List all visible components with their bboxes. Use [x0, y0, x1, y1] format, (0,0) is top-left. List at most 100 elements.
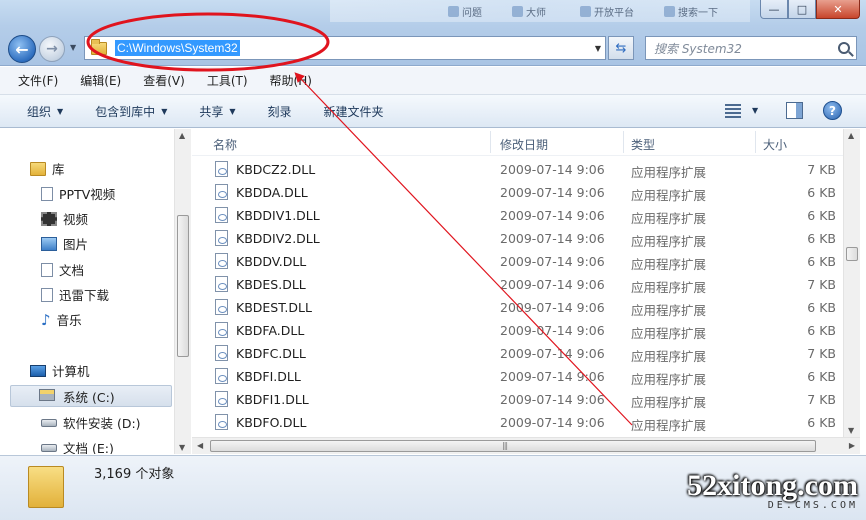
table-row[interactable]: KBDEST.DLL 2009-07-14 9:06 应用程序扩展 6 KB: [192, 296, 843, 319]
scrollbar-thumb[interactable]: [210, 440, 816, 452]
table-row[interactable]: KBDDA.DLL 2009-07-14 9:06 应用程序扩展 6 KB: [192, 181, 843, 204]
scroll-left-arrow-icon[interactable]: ◀: [197, 441, 203, 450]
navigation-scrollbar[interactable]: ▲ ▼: [174, 129, 191, 454]
nav-drive-e[interactable]: 文档 (E:): [41, 438, 114, 454]
file-name: KBDDV.DLL: [236, 254, 307, 269]
file-type: 应用程序扩展: [631, 257, 707, 272]
column-divider[interactable]: [490, 131, 491, 153]
scroll-down-arrow-icon[interactable]: ▼: [179, 443, 185, 452]
file-list-horizontal-scrollbar[interactable]: ◀ ||| ▶: [192, 437, 860, 454]
nav-item-videos[interactable]: 视频: [41, 209, 88, 228]
nav-libraries[interactable]: 库: [30, 159, 65, 178]
file-name: KBDDIV1.DLL: [236, 208, 320, 223]
table-row[interactable]: KBDDV.DLL 2009-07-14 9:06 应用程序扩展 6 KB: [192, 250, 843, 273]
include-in-library-button[interactable]: 包含到库中 ▼: [95, 103, 167, 120]
table-row[interactable]: KBDDIV1.DLL 2009-07-14 9:06 应用程序扩展 6 KB: [192, 204, 843, 227]
tab-icon: [512, 5, 523, 17]
folder-icon: [28, 466, 64, 508]
table-row[interactable]: KBDDIV2.DLL 2009-07-14 9:06 应用程序扩展 6 KB: [192, 227, 843, 250]
file-size: 6 KB: [807, 185, 836, 200]
nav-item-pptv[interactable]: PPTV视频: [41, 184, 115, 203]
arrow-right-icon: →: [46, 41, 58, 57]
file-date: 2009-07-14 9:06: [500, 323, 605, 338]
maximize-button[interactable]: □: [788, 0, 816, 19]
table-row[interactable]: KBDFI.DLL 2009-07-14 9:06 应用程序扩展 6 KB: [192, 365, 843, 388]
address-path-text[interactable]: C:\Windows\System32: [115, 40, 240, 56]
file-type: 应用程序扩展: [631, 418, 707, 433]
address-bar[interactable]: C:\Windows\System32 ▼: [84, 36, 606, 60]
scrollbar-thumb[interactable]: [177, 215, 189, 357]
file-size: 6 KB: [807, 369, 836, 384]
drive-icon: [41, 443, 57, 452]
table-row[interactable]: KBDFI1.DLL 2009-07-14 9:06 应用程序扩展 7 KB: [192, 388, 843, 411]
search-icon[interactable]: [838, 42, 850, 54]
refresh-button[interactable]: ⇆: [608, 36, 634, 60]
minimize-button[interactable]: —: [760, 0, 788, 19]
scroll-up-arrow-icon[interactable]: ▲: [179, 131, 185, 140]
preview-pane-icon[interactable]: [786, 102, 803, 119]
share-button[interactable]: 共享 ▼: [199, 103, 235, 120]
recent-pages-dropdown[interactable]: ▼: [70, 43, 76, 52]
new-folder-button[interactable]: 新建文件夹: [324, 103, 384, 120]
menu-view[interactable]: 查看(V): [143, 72, 185, 89]
menu-edit[interactable]: 编辑(E): [80, 72, 121, 89]
file-size: 6 KB: [807, 208, 836, 223]
column-date[interactable]: 修改日期: [500, 136, 548, 153]
file-size: 6 KB: [807, 415, 836, 430]
file-name: KBDDA.DLL: [236, 185, 308, 200]
table-row[interactable]: KBDES.DLL 2009-07-14 9:06 应用程序扩展 7 KB: [192, 273, 843, 296]
view-options-dropdown[interactable]: ▼: [752, 106, 758, 115]
back-button[interactable]: ←: [8, 35, 36, 63]
column-divider[interactable]: [755, 131, 756, 153]
nav-item-documents[interactable]: 文档: [41, 260, 84, 279]
nav-drive-d[interactable]: 软件安装 (D:): [41, 413, 141, 432]
nav-drive-c[interactable]: 系统 (C:): [10, 385, 172, 407]
column-divider[interactable]: [623, 131, 624, 153]
dll-file-icon: [215, 184, 228, 200]
library-icon: [30, 161, 46, 176]
forward-button[interactable]: →: [39, 36, 65, 62]
organize-button[interactable]: 组织 ▼: [27, 103, 63, 120]
nav-item-music[interactable]: ♪ 音乐: [41, 310, 82, 329]
scroll-up-arrow-icon[interactable]: ▲: [848, 131, 854, 140]
scrollbar-grip-icon: |||: [502, 441, 508, 450]
dll-file-icon: [215, 322, 228, 338]
address-dropdown-icon[interactable]: ▼: [595, 44, 601, 53]
column-type[interactable]: 类型: [631, 136, 655, 153]
file-size: 7 KB: [807, 392, 836, 407]
table-row[interactable]: KBDFA.DLL 2009-07-14 9:06 应用程序扩展 6 KB: [192, 319, 843, 342]
watermark-text: 52xitong.com: [687, 469, 858, 502]
table-row[interactable]: KBDFO.DLL 2009-07-14 9:06 应用程序扩展 6 KB: [192, 411, 843, 434]
help-icon[interactable]: ?: [823, 101, 842, 120]
blurred-tab: 大师: [512, 2, 546, 20]
music-note-icon: ♪: [41, 310, 51, 329]
file-size: 7 KB: [807, 277, 836, 292]
blurred-taskbar-strip: 问题 大师 开放平台 搜索一下: [330, 0, 750, 22]
table-row[interactable]: KBDCZ2.DLL 2009-07-14 9:06 应用程序扩展 7 KB: [192, 158, 843, 181]
table-row[interactable]: KBDFC.DLL 2009-07-14 9:06 应用程序扩展 7 KB: [192, 342, 843, 365]
nav-computer[interactable]: 计算机: [30, 361, 90, 380]
file-size: 7 KB: [807, 346, 836, 361]
menu-tools[interactable]: 工具(T): [207, 72, 248, 89]
column-name[interactable]: 名称: [213, 136, 237, 153]
file-list-vertical-scrollbar[interactable]: ▲ ▼: [843, 129, 860, 437]
view-options-icon[interactable]: [725, 104, 741, 118]
menu-help[interactable]: 帮助(H): [270, 72, 312, 89]
burn-button[interactable]: 刻录: [268, 103, 292, 120]
search-input[interactable]: 搜索 System32: [645, 36, 857, 60]
dll-file-icon: [215, 253, 228, 269]
column-size[interactable]: 大小: [763, 136, 787, 153]
scroll-down-arrow-icon[interactable]: ▼: [848, 426, 854, 435]
scroll-right-arrow-icon[interactable]: ▶: [849, 441, 855, 450]
dll-file-icon: [215, 299, 228, 315]
menu-file[interactable]: 文件(F): [18, 72, 58, 89]
nav-item-pictures[interactable]: 图片: [41, 234, 88, 253]
file-date: 2009-07-14 9:06: [500, 369, 605, 384]
scrollbar-thumb[interactable]: [846, 247, 858, 261]
file-type: 应用程序扩展: [631, 188, 707, 203]
nav-item-xunlei[interactable]: 迅雷下载: [41, 285, 109, 304]
close-button[interactable]: ✕: [816, 0, 860, 19]
file-size: 6 KB: [807, 254, 836, 269]
file-name: KBDFA.DLL: [236, 323, 305, 338]
file-size: 7 KB: [807, 162, 836, 177]
